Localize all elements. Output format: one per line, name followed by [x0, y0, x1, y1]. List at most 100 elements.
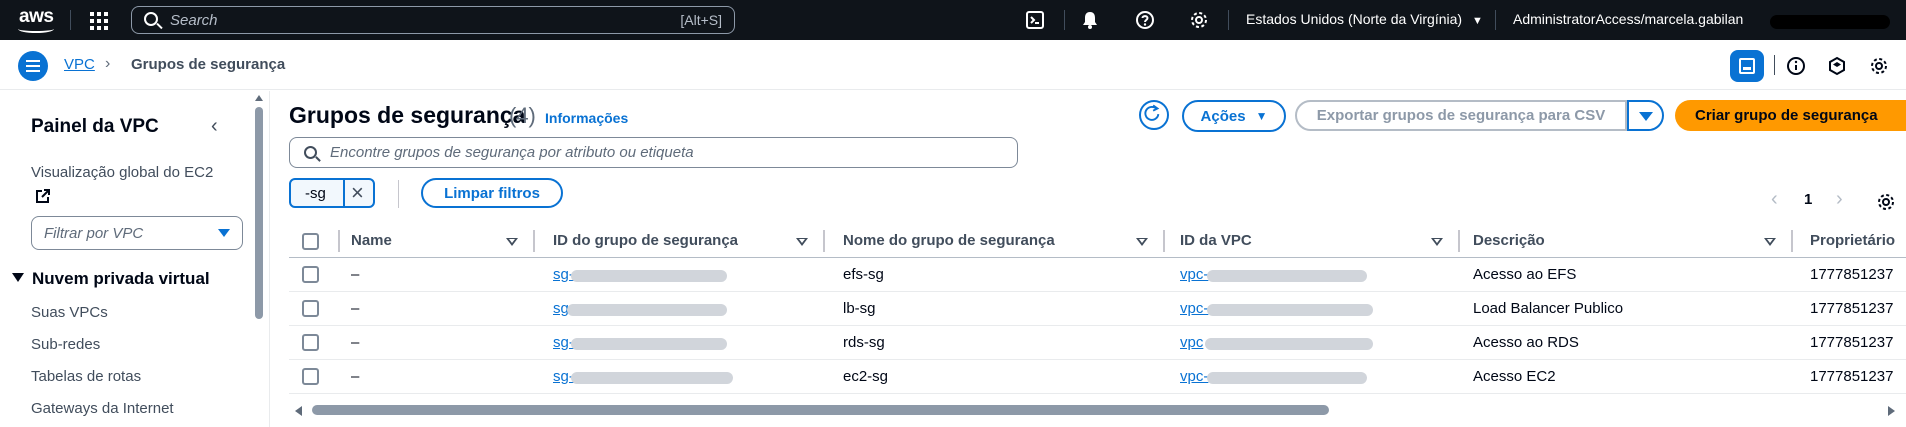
sidebar: Painel da VPC ‹ Visualização global do E…: [0, 91, 270, 427]
row-checkbox[interactable]: [302, 368, 319, 385]
hexagon-icon[interactable]: [1827, 56, 1847, 76]
breadcrumb-bar: VPC › Grupos de segurança: [0, 40, 1906, 90]
chevron-right-icon: ›: [105, 55, 111, 72]
column-header-vpc-id[interactable]: ID da VPC: [1180, 232, 1252, 249]
info-link[interactable]: Informações: [545, 110, 628, 126]
top-navigation-bar: aws Search [Alt+S] Estados Unidos (Norte…: [0, 0, 1906, 40]
table-row[interactable]: – sg- ec2-sg vpc- Acesso EC2 1777851237: [289, 360, 1906, 394]
sort-icon[interactable]: [796, 238, 808, 246]
redacted-value: [1207, 304, 1373, 316]
search-icon: [144, 12, 158, 26]
current-page[interactable]: 1: [1804, 191, 1812, 208]
aws-logo[interactable]: aws: [18, 6, 58, 34]
clear-filters-button[interactable]: Limpar filtros: [421, 178, 563, 208]
cell-sg-name: rds-sg: [843, 334, 885, 351]
cell-description: Acesso ao EFS: [1473, 266, 1577, 283]
sort-icon[interactable]: [506, 238, 518, 246]
sidebar-item-global-view[interactable]: Visualização global do EC2: [31, 164, 213, 181]
column-header-name[interactable]: Name: [351, 232, 392, 249]
column-header-description[interactable]: Descrição: [1473, 232, 1545, 249]
search-placeholder: Search: [170, 12, 218, 29]
table-row[interactable]: – sg- rds-sg vpc Acesso ao RDS 177785123…: [289, 326, 1906, 360]
scrollbar-thumb[interactable]: [255, 107, 263, 319]
search-placeholder: Encontre grupos de segurança por atribut…: [330, 144, 694, 161]
cell-vpc-id-link[interactable]: vpc: [1180, 334, 1203, 351]
column-divider: [533, 230, 535, 252]
table-horizontal-scrollbar[interactable]: [295, 404, 1895, 416]
page-title: Grupos de segurança: [289, 102, 526, 128]
split-panel-button[interactable]: [1730, 50, 1764, 82]
vpc-filter-select[interactable]: Filtrar por VPC: [31, 216, 243, 250]
breadcrumb-vpc-link[interactable]: VPC: [64, 56, 95, 73]
help-icon[interactable]: [1135, 10, 1155, 30]
cell-description: Acesso EC2: [1473, 368, 1556, 385]
scroll-left-icon[interactable]: [295, 406, 302, 416]
remove-filter-icon[interactable]: ×: [351, 180, 364, 206]
sidebar-item-vpcs[interactable]: Suas VPCs: [31, 304, 108, 321]
caret-down-icon: ▼: [1255, 109, 1268, 123]
cell-vpc-id-link[interactable]: vpc-: [1180, 300, 1208, 317]
search-shortcut: [Alt+S]: [680, 12, 722, 28]
account-menu[interactable]: AdministratorAccess/marcela.gabilan: [1513, 11, 1743, 27]
cell-vpc-id-link[interactable]: vpc-: [1180, 266, 1208, 283]
cell-name: –: [351, 334, 360, 351]
scrollbar-thumb[interactable]: [312, 405, 1329, 415]
cell-name: –: [351, 368, 360, 385]
column-header-sg-name[interactable]: Nome do grupo de segurança: [843, 232, 1055, 249]
security-group-search-input[interactable]: Encontre grupos de segurança por atribut…: [289, 137, 1018, 168]
breadcrumb-current: Grupos de segurança: [131, 56, 286, 73]
external-link-icon[interactable]: [35, 188, 51, 204]
redacted-value: [1207, 372, 1367, 384]
divider: [343, 180, 345, 206]
cell-description: Load Balancer Publico: [1473, 300, 1624, 317]
collapse-sidebar-icon[interactable]: ‹: [211, 115, 218, 138]
sort-icon[interactable]: [1431, 238, 1443, 246]
row-checkbox[interactable]: [302, 334, 319, 351]
sidebar-title: Painel da VPC: [31, 116, 159, 137]
cell-vpc-id-link[interactable]: vpc-: [1180, 368, 1208, 385]
filter-token-label: -sg: [305, 185, 326, 202]
cell-description: Acesso ao RDS: [1473, 334, 1579, 351]
global-search-input[interactable]: Search [Alt+S]: [131, 6, 735, 34]
sort-icon[interactable]: [1136, 238, 1148, 246]
sort-icon[interactable]: [1764, 238, 1776, 246]
column-header-owner[interactable]: Proprietário: [1810, 232, 1895, 249]
menu-toggle-button[interactable]: [18, 51, 48, 81]
sidebar-section-vpc[interactable]: Nuvem privada virtual: [12, 269, 210, 289]
redacted-value: [1205, 338, 1373, 350]
cell-name: –: [351, 300, 360, 317]
aws-smile-icon: [18, 25, 54, 33]
export-csv-button[interactable]: Exportar grupos de segurança para CSV: [1295, 100, 1627, 131]
settings-icon[interactable]: [1189, 10, 1209, 30]
divider: [1774, 55, 1775, 75]
sidebar-scrollbar[interactable]: [254, 95, 264, 425]
next-page-icon[interactable]: ›: [1836, 188, 1843, 211]
previous-page-icon[interactable]: ‹: [1771, 188, 1778, 211]
table-settings-icon[interactable]: [1876, 192, 1896, 212]
clear-filters-label: Limpar filtros: [444, 184, 540, 202]
row-checkbox[interactable]: [302, 300, 319, 317]
row-checkbox[interactable]: [302, 266, 319, 283]
column-header-sg-id[interactable]: ID do grupo de segurança: [553, 232, 738, 249]
export-options-dropdown[interactable]: [1627, 100, 1664, 131]
refresh-button[interactable]: [1139, 100, 1169, 130]
sidebar-item-route-tables[interactable]: Tabelas de rotas: [31, 368, 141, 385]
sidebar-item-subnets[interactable]: Sub-redes: [31, 336, 100, 353]
sidebar-item-internet-gateways[interactable]: Gateways da Internet: [31, 400, 174, 417]
scroll-right-icon[interactable]: [1888, 406, 1895, 416]
cell-name: –: [351, 266, 360, 283]
info-icon[interactable]: [1786, 56, 1806, 76]
services-grid-icon[interactable]: [90, 12, 108, 30]
region-selector[interactable]: Estados Unidos (Norte da Virgínia) ▼: [1246, 11, 1483, 27]
bell-icon[interactable]: [1080, 10, 1100, 30]
cloudshell-icon[interactable]: [1025, 10, 1045, 30]
table-row[interactable]: – sg- efs-sg vpc- Acesso ao EFS 17778512…: [289, 258, 1906, 292]
divider: [70, 10, 71, 30]
actions-dropdown-button[interactable]: Ações ▼: [1182, 100, 1286, 132]
column-divider: [823, 230, 825, 252]
table-row[interactable]: – sg lb-sg vpc- Load Balancer Publico 17…: [289, 292, 1906, 326]
caret-down-icon: [12, 273, 24, 282]
select-all-checkbox[interactable]: [302, 233, 319, 250]
gear-icon[interactable]: [1869, 56, 1889, 76]
create-security-group-button[interactable]: Criar grupo de segurança: [1675, 100, 1906, 131]
